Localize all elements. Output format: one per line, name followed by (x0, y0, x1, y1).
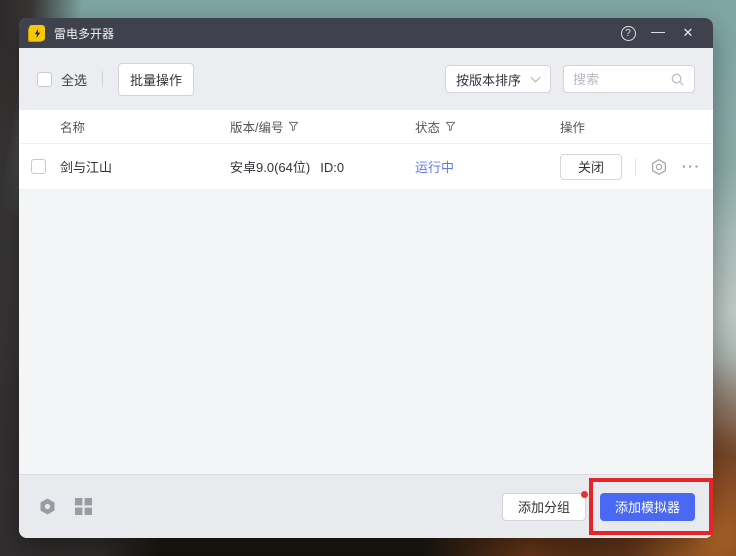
close-icon: ✕ (683, 25, 694, 41)
batch-operations-button[interactable]: 批量操作 (118, 63, 194, 96)
header-name: 名称 (60, 117, 230, 136)
help-icon: ? (621, 26, 636, 41)
sort-dropdown[interactable]: 按版本排序 (445, 65, 551, 93)
row-actions: 关闭 ··· (560, 154, 713, 180)
filter-icon[interactable] (445, 121, 456, 132)
add-emulator-button[interactable]: 添加模拟器 (600, 493, 695, 521)
filter-icon[interactable] (288, 121, 299, 132)
status-badge: 运行中 (415, 157, 560, 176)
sort-dropdown-value: 按版本排序 (456, 70, 521, 89)
select-all-checkbox[interactable] (37, 72, 52, 87)
minimize-button[interactable]: — (643, 18, 673, 48)
app-logo-icon (29, 25, 45, 41)
table-row: 剑与江山 安卓9.0(64位)ID:0 运行中 关闭 ··· (19, 144, 713, 190)
more-icon[interactable]: ··· (682, 159, 701, 174)
app-window: 雷电多开器 ? — ✕ 全选 批量操作 按版本排序 (19, 18, 713, 538)
search-box[interactable] (563, 65, 695, 93)
help-button[interactable]: ? (613, 18, 643, 48)
close-button[interactable]: ✕ (673, 18, 703, 48)
global-settings-icon[interactable] (37, 496, 58, 517)
minimize-icon: — (651, 23, 665, 39)
add-group-button[interactable]: 添加分组 (502, 493, 586, 521)
search-input[interactable] (573, 72, 670, 87)
emulator-name: 剑与江山 (60, 157, 230, 176)
row-checkbox[interactable] (31, 159, 46, 174)
lightning-icon (32, 28, 43, 39)
grid-view-icon[interactable] (75, 498, 92, 515)
empty-list-area (19, 190, 713, 474)
header-actions: 操作 (560, 117, 713, 136)
settings-icon[interactable] (649, 157, 669, 177)
header-version: 版本/编号 (230, 117, 415, 136)
table-header: 名称 版本/编号 状态 操作 (19, 110, 713, 144)
window-title: 雷电多开器 (54, 25, 114, 42)
footer-bar: 添加分组 添加模拟器 (19, 474, 713, 538)
actions-divider (635, 158, 636, 176)
stop-emulator-button[interactable]: 关闭 (560, 154, 622, 180)
titlebar: 雷电多开器 ? — ✕ (19, 18, 713, 48)
toolbar-divider (102, 71, 103, 87)
chevron-down-icon (530, 76, 541, 83)
select-all-label: 全选 (61, 70, 87, 89)
notification-dot (581, 491, 588, 498)
search-icon[interactable] (670, 72, 685, 87)
toolbar: 全选 批量操作 按版本排序 (19, 48, 713, 110)
emulator-id: ID:0 (320, 160, 344, 175)
emulator-version: 安卓9.0(64位)ID:0 (230, 157, 415, 176)
header-status: 状态 (415, 117, 560, 136)
